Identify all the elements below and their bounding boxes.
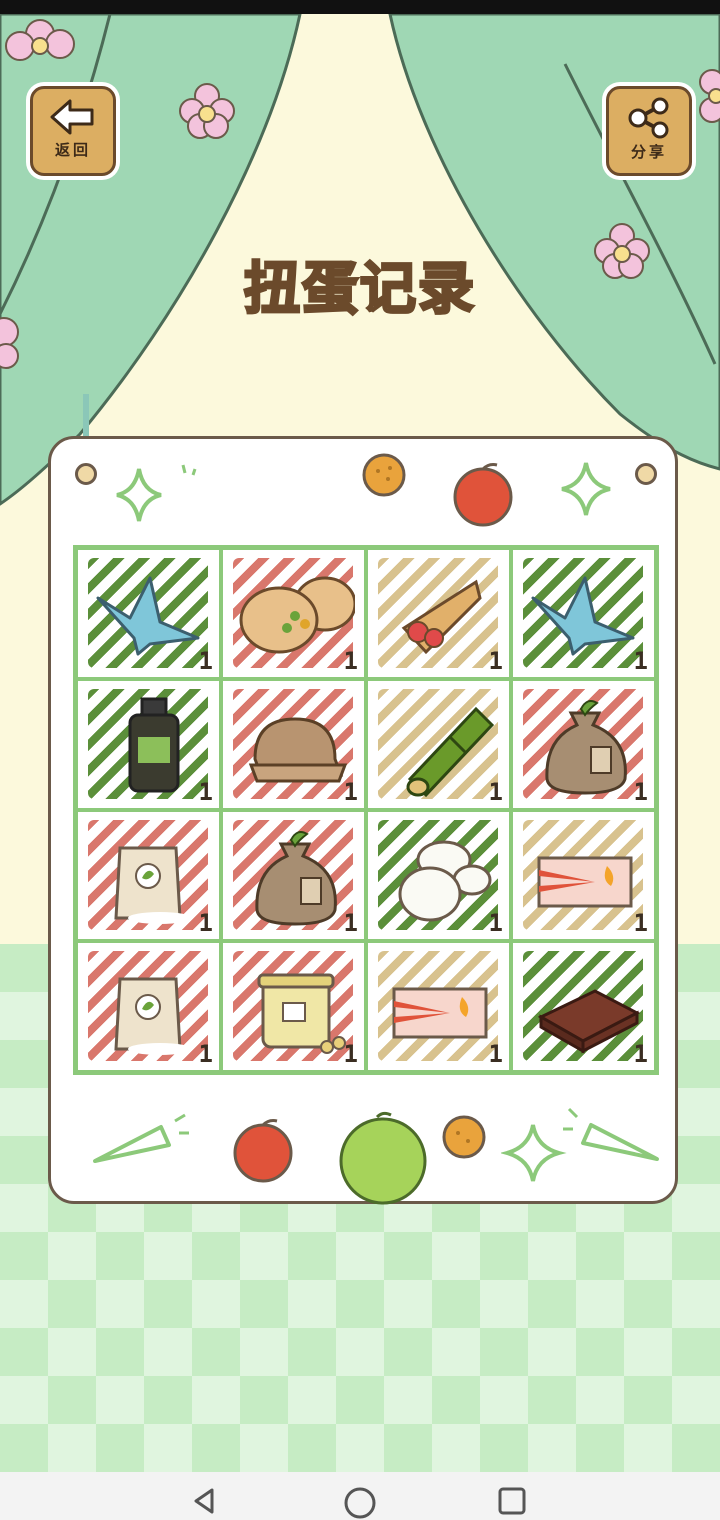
flag-ticket-icon — [537, 856, 633, 908]
back-label: 返回 — [54, 141, 91, 159]
party-cracker-icon — [563, 1107, 659, 1161]
back-arrow-icon — [50, 99, 94, 135]
grid-cell[interactable]: 1 — [76, 941, 221, 1072]
rice-cakes-icon — [398, 840, 492, 922]
right-curtain — [388, 14, 720, 471]
item-count: 1 — [198, 1040, 213, 1068]
grid-cell[interactable]: 1 — [221, 941, 366, 1072]
pita-sandwich-icon — [239, 576, 355, 654]
status-bar — [0, 0, 720, 14]
item-count: 1 — [488, 647, 503, 675]
flag-ticket-icon — [392, 987, 488, 1039]
item-count: 1 — [343, 909, 358, 937]
lychee-icon — [453, 463, 513, 527]
page-title: 扭蛋记录 — [243, 256, 476, 324]
grid-cell[interactable]: 1 — [366, 941, 511, 1072]
item-count: 1 — [198, 909, 213, 937]
jar-icon — [257, 973, 346, 1054]
seed-sack-icon — [255, 831, 337, 926]
crepe-cone-icon — [401, 579, 482, 655]
lychee-icon — [233, 1119, 293, 1183]
grid-cell[interactable]: 1 — [366, 810, 511, 941]
back-button[interactable]: 返回 — [30, 86, 116, 176]
grid-cell[interactable]: 1 — [221, 548, 366, 679]
item-count: 1 — [633, 909, 648, 937]
sparkle-icon — [561, 462, 611, 516]
share-button[interactable]: 分享 — [606, 86, 692, 176]
grid-cell[interactable]: 1 — [76, 810, 221, 941]
grid-cell[interactable]: 1 — [511, 548, 656, 679]
nav-home-icon[interactable] — [343, 1486, 377, 1520]
loquat-icon — [362, 453, 406, 497]
item-count: 1 — [488, 778, 503, 806]
party-cracker-icon — [93, 1113, 189, 1163]
loquat-icon — [442, 1115, 486, 1159]
item-count: 1 — [343, 1040, 358, 1068]
item-count: 1 — [488, 1040, 503, 1068]
system-nav-bar — [0, 1472, 720, 1520]
sparkle-icon — [116, 464, 197, 522]
grid-cell[interactable]: 1 — [366, 679, 511, 810]
grid-cell[interactable]: 1 — [76, 548, 221, 679]
game-scene: 返回 分享 扭蛋记录 1 1 1 1 1 1 1 1 1 1 1 1 1 1 1… — [0, 14, 720, 1472]
pin-icon — [635, 463, 657, 485]
grid-cell[interactable]: 1 — [221, 679, 366, 810]
bottle-icon — [128, 697, 180, 793]
grid-cell[interactable]: 1 — [221, 810, 366, 941]
grid-cell[interactable]: 1 — [511, 810, 656, 941]
seed-sack-icon — [545, 700, 627, 795]
share-icon — [628, 97, 669, 139]
share-label: 分享 — [630, 143, 667, 161]
item-count: 1 — [633, 1040, 648, 1068]
gacha-record-board: 1 1 1 1 1 1 1 1 1 1 1 1 1 1 1 1 — [48, 436, 678, 1205]
item-count: 1 — [488, 909, 503, 937]
guava-icon — [339, 1111, 427, 1205]
item-count: 1 — [633, 778, 648, 806]
grid-cell[interactable]: 1 — [76, 679, 221, 810]
item-count: 1 — [633, 647, 648, 675]
item-grid: 1 1 1 1 1 1 1 1 1 1 1 1 1 1 1 1 — [73, 545, 659, 1075]
item-count: 1 — [198, 778, 213, 806]
item-count: 1 — [343, 778, 358, 806]
nav-back-icon[interactable] — [190, 1486, 220, 1516]
grid-cell[interactable]: 1 — [366, 548, 511, 679]
bread-slices-icon — [248, 717, 348, 783]
flour-bag-icon — [114, 846, 192, 924]
bamboo-icon — [406, 706, 495, 798]
flour-bag-icon — [114, 977, 192, 1055]
pin-icon — [75, 463, 97, 485]
item-count: 1 — [198, 647, 213, 675]
paper-crane-icon — [96, 576, 200, 656]
item-count: 1 — [343, 647, 358, 675]
grid-cell[interactable]: 1 — [511, 679, 656, 810]
grid-cell[interactable]: 1 — [511, 941, 656, 1072]
paper-crane-icon — [531, 576, 635, 656]
chocolate-icon — [537, 989, 641, 1054]
nav-recents-icon[interactable] — [497, 1486, 527, 1516]
